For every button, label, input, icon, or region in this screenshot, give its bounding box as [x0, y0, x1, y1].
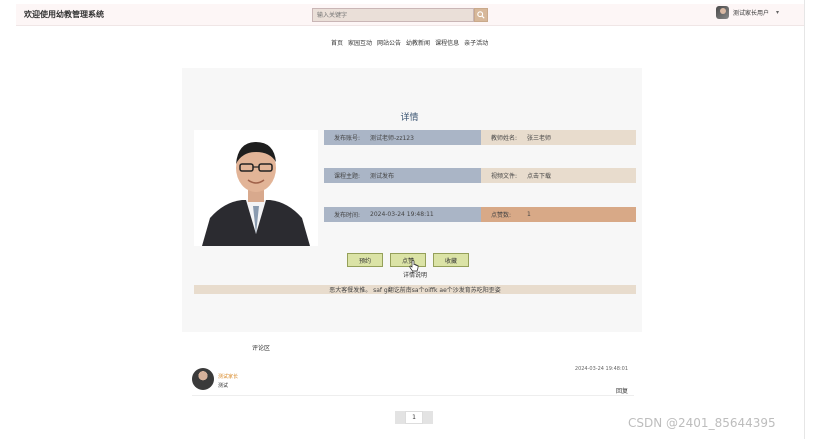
- field-value-time: 2024-03-24 19:48:11: [370, 211, 434, 218]
- field-value-account: 测试老师-zz123: [370, 135, 414, 142]
- page-number[interactable]: 1: [405, 411, 423, 424]
- avatar: [192, 368, 214, 390]
- field-label-topic: 课程主题:: [334, 173, 361, 180]
- description-text: 恶大客餐发推。 saf g翻讫前南sa个oiffk ae个沙发育苏吃阳歪姿: [194, 285, 636, 294]
- comment-text: 测试: [218, 383, 229, 389]
- user-name: 测试家长用户: [733, 10, 770, 17]
- field-value-topic: 测试发布: [370, 173, 395, 180]
- watermark: CSDN @2401_85644395: [628, 416, 776, 430]
- chevron-down-icon: ▾: [776, 9, 780, 16]
- teacher-photo: [194, 130, 318, 246]
- comments-label: 评论区: [252, 345, 271, 352]
- action-buttons: 预约 点赞 收藏: [347, 253, 469, 267]
- field-label-video: 视频文件:: [491, 173, 518, 180]
- description-label: 详情说明: [403, 272, 428, 279]
- field-label-likes: 点赞数:: [491, 212, 512, 219]
- comment-time: 2024-03-24 19:48:01: [574, 366, 628, 372]
- detail-row-1: 发布账号: 测试老师-zz123 教师姓名: 张三老师: [324, 130, 636, 145]
- teacher-portrait-image: [194, 130, 318, 246]
- field-label-teacher: 教师姓名:: [491, 135, 518, 142]
- nav-item-home[interactable]: 首页: [331, 38, 343, 47]
- search-icon: [477, 11, 485, 19]
- comment-user: 测试家长: [218, 374, 239, 380]
- user-menu[interactable]: 测试家长用户 ▾: [716, 6, 779, 19]
- main-nav: 首页 家园互动 网站公告 幼教新闻 课程信息 亲子活动: [331, 38, 488, 47]
- page-border: [804, 0, 805, 439]
- detail-row-2: 课程主题: 测试发布 视频文件: 点击下载: [324, 168, 636, 183]
- reply-link[interactable]: 回复: [616, 386, 628, 395]
- field-label-account: 发布账号:: [334, 135, 361, 142]
- field-label-time: 发布时间:: [334, 212, 361, 219]
- nav-item-courses[interactable]: 课程信息: [435, 38, 459, 47]
- field-value-teacher: 张三老师: [527, 135, 552, 142]
- reserve-button[interactable]: 预约: [347, 253, 383, 267]
- nav-item-news[interactable]: 幼教新闻: [406, 38, 430, 47]
- top-bar: 欢迎使用幼教管理系统 测试家长用户 ▾: [16, 4, 804, 26]
- next-page-button[interactable]: [423, 411, 433, 424]
- search-input[interactable]: [312, 8, 474, 22]
- nav-item-activities[interactable]: 亲子活动: [464, 38, 488, 47]
- page-title: 详情: [400, 113, 419, 123]
- like-button[interactable]: 点赞: [390, 253, 426, 267]
- favorite-button[interactable]: 收藏: [433, 253, 469, 267]
- download-link[interactable]: 点击下载: [527, 171, 551, 180]
- avatar: [716, 6, 729, 19]
- site-title: 欢迎使用幼教管理系统: [24, 10, 104, 19]
- detail-row-3: 发布时间: 2024-03-24 19:48:11 点赞数: 1: [324, 207, 636, 222]
- field-value-likes: 1: [527, 211, 531, 218]
- search-button[interactable]: [474, 8, 488, 22]
- pagination: 1: [395, 411, 433, 424]
- nav-item-interaction[interactable]: 家园互动: [348, 38, 372, 47]
- prev-page-button[interactable]: [395, 411, 405, 424]
- nav-item-notice[interactable]: 网站公告: [377, 38, 401, 47]
- search-box: [312, 8, 490, 22]
- comment-item: 测试家长 测试 2024-03-24 19:48:01 回复: [192, 366, 634, 396]
